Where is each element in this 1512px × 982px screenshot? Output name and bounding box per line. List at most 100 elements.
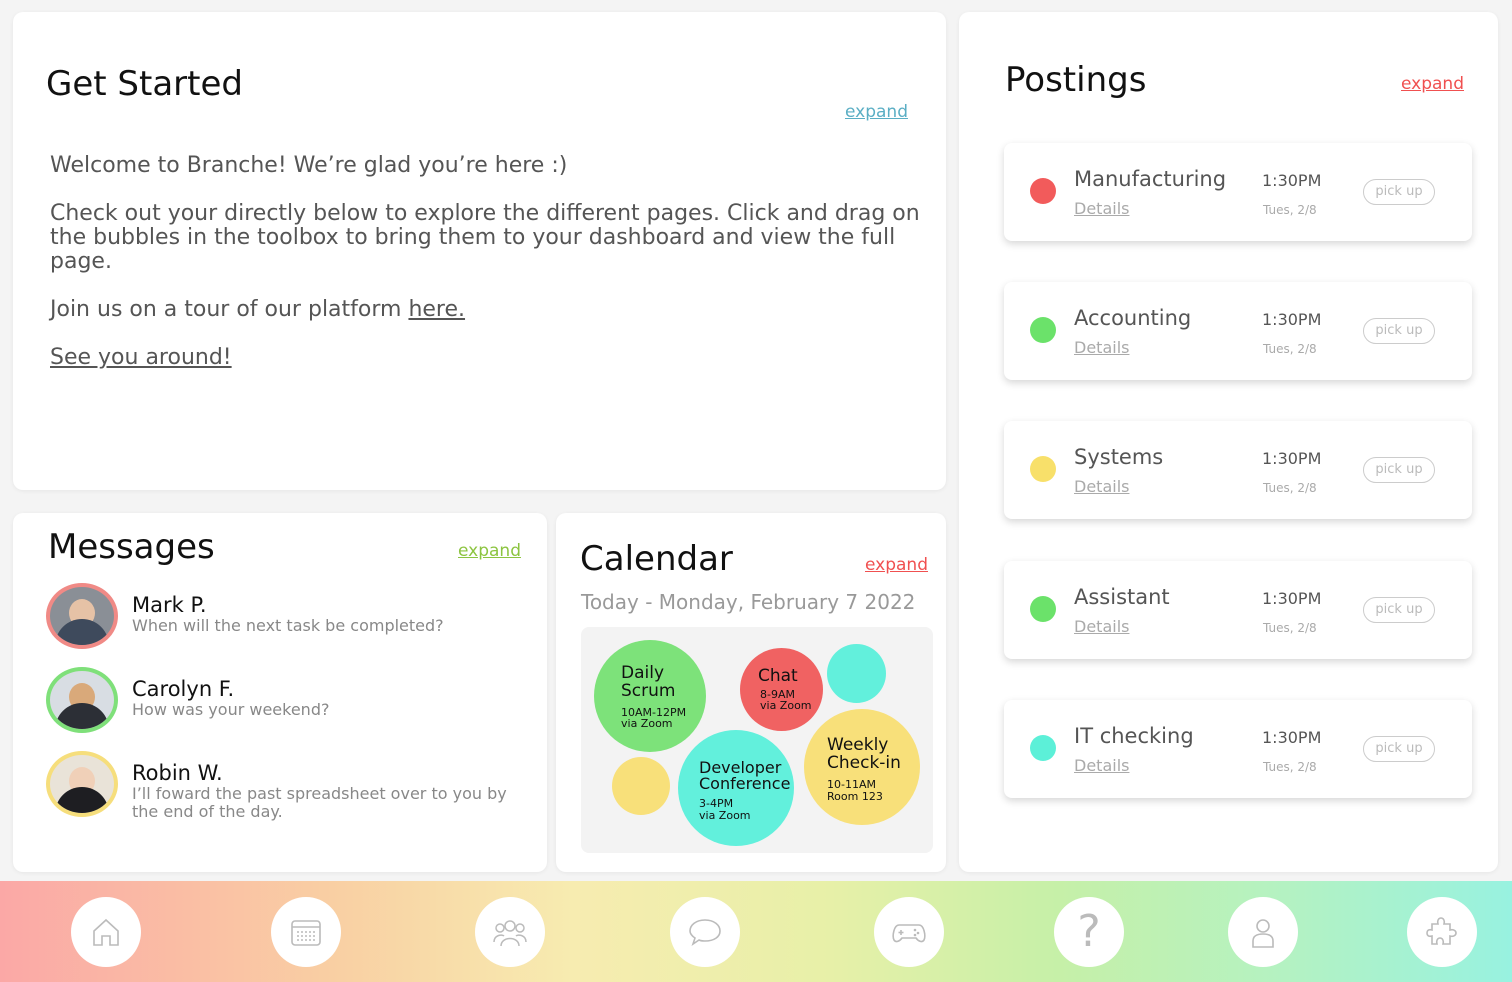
gamepad-icon	[892, 924, 926, 943]
posting-time: 1:30PM	[1262, 171, 1322, 190]
posting-details-link[interactable]: Details	[1074, 199, 1129, 218]
chat-button[interactable]	[670, 897, 740, 967]
team-icon	[493, 920, 527, 947]
calendar-today: Today - Monday, February 7 2022	[581, 590, 916, 614]
avatar	[46, 583, 118, 649]
message-preview: When will the next task be completed?	[132, 616, 444, 635]
posting-status-dot	[1030, 178, 1056, 204]
posting-status-dot	[1030, 317, 1056, 343]
help-icon: ?	[1077, 906, 1101, 957]
posting-name: Accounting	[1074, 306, 1192, 330]
calendar-expand-link[interactable]: expand	[865, 555, 928, 575]
event-title: Chat	[758, 666, 798, 686]
posting-name: Systems	[1074, 445, 1164, 469]
see-you-around-link[interactable]: See you around!	[50, 345, 232, 370]
event-title: Check-in	[827, 753, 901, 773]
postings-card: Postings expand Manufacturing Details 1:…	[959, 12, 1498, 872]
instructions-text: Check out your directly below to explore…	[50, 201, 920, 274]
posting-card: Systems Details 1:30PM Tues, 2/8 pick up	[1004, 421, 1472, 519]
get-started-body: Welcome to Branche! We’re glad you’re he…	[50, 154, 920, 394]
bottom-toolbar: ?	[0, 881, 1512, 982]
games-button[interactable]	[874, 897, 944, 967]
event-title: Weekly	[827, 735, 889, 755]
posting-card: IT checking Details 1:30PM Tues, 2/8 pic…	[1004, 700, 1472, 798]
message-preview: I’ll foward the past spreadsheet over to…	[132, 784, 507, 821]
tour-prefix: Join us on a tour of our platform	[50, 297, 409, 322]
posting-status-dot	[1030, 735, 1056, 761]
message-sender: Robin W.	[132, 761, 223, 785]
event-title: Daily	[621, 663, 665, 683]
profile-icon	[1252, 919, 1274, 948]
message-preview: How was your weekend?	[132, 700, 330, 719]
posting-name: Manufacturing	[1074, 167, 1227, 191]
posting-date: Tues, 2/8	[1263, 481, 1317, 495]
chat-icon	[689, 919, 721, 946]
postings-title: Postings	[1005, 60, 1147, 100]
event-bubble-weekly-check-in[interactable]: Weekly Check-in 10-11AM Room 123	[804, 709, 920, 825]
calendar-bubble-area: Daily Scrum 10AM-12PM via Zoom Chat 8-9A…	[581, 627, 933, 853]
posting-details-link[interactable]: Details	[1074, 756, 1129, 775]
event-bubble-daily-scrum[interactable]: Daily Scrum 10AM-12PM via Zoom	[594, 640, 706, 752]
posting-time: 1:30PM	[1262, 449, 1322, 468]
posting-card: Assistant Details 1:30PM Tues, 2/8 pick …	[1004, 561, 1472, 659]
messages-card: Messages expand Mark P. When will the ne…	[13, 513, 547, 872]
message-sender: Carolyn F.	[132, 677, 235, 701]
posting-status-dot	[1030, 456, 1056, 482]
home-button[interactable]	[71, 897, 141, 967]
message-item[interactable]: Mark P. When will the next task be compl…	[46, 583, 536, 653]
posting-details-link[interactable]: Details	[1074, 477, 1129, 496]
posting-date: Tues, 2/8	[1263, 203, 1317, 217]
event-location: Room 123	[827, 790, 883, 803]
integrations-button[interactable]	[1407, 897, 1477, 967]
get-started-expand-link[interactable]: expand	[845, 102, 908, 122]
get-started-title: Get Started	[46, 64, 243, 104]
pick-up-button[interactable]: pick up	[1363, 179, 1435, 205]
event-bubble-developer-conference[interactable]: Developer Conference 3-4PM via Zoom	[678, 730, 794, 846]
event-location: via Zoom	[621, 717, 673, 730]
home-icon	[93, 918, 119, 946]
posting-date: Tues, 2/8	[1263, 342, 1317, 356]
calendar-icon	[291, 920, 321, 946]
posting-name: Assistant	[1074, 585, 1170, 609]
calendar-title: Calendar	[580, 539, 733, 579]
message-item[interactable]: Robin W. I’ll foward the past spreadshee…	[46, 751, 536, 821]
calendar-button[interactable]	[271, 897, 341, 967]
welcome-text: Welcome to Branche! We’re glad you’re he…	[50, 153, 568, 178]
help-button[interactable]: ?	[1054, 897, 1124, 967]
event-location: via Zoom	[760, 699, 812, 712]
posting-time: 1:30PM	[1262, 310, 1322, 329]
posting-date: Tues, 2/8	[1263, 760, 1317, 774]
avatar	[46, 667, 118, 733]
get-started-card: Get Started expand Welcome to Branche! W…	[13, 12, 946, 490]
calendar-card: Calendar expand Today - Monday, February…	[556, 513, 946, 872]
pick-up-button[interactable]: pick up	[1363, 457, 1435, 483]
event-bubble-chat[interactable]: Chat 8-9AM via Zoom	[740, 648, 823, 731]
messages-expand-link[interactable]: expand	[458, 541, 521, 561]
pick-up-button[interactable]: pick up	[1363, 736, 1435, 762]
pick-up-button[interactable]: pick up	[1363, 597, 1435, 623]
event-title: Conference	[699, 774, 791, 793]
message-item[interactable]: Carolyn F. How was your weekend?	[46, 667, 536, 737]
posting-details-link[interactable]: Details	[1074, 617, 1129, 636]
puzzle-icon	[1426, 917, 1457, 945]
posting-date: Tues, 2/8	[1263, 621, 1317, 635]
posting-name: IT checking	[1074, 724, 1194, 748]
posting-status-dot	[1030, 596, 1056, 622]
event-bubble[interactable]	[827, 644, 886, 703]
event-bubble[interactable]	[612, 757, 670, 815]
avatar	[46, 751, 118, 817]
posting-details-link[interactable]: Details	[1074, 338, 1129, 357]
pick-up-button[interactable]: pick up	[1363, 318, 1435, 344]
profile-button[interactable]	[1228, 897, 1298, 967]
message-sender: Mark P.	[132, 593, 207, 617]
messages-title: Messages	[48, 527, 215, 567]
posting-card: Accounting Details 1:30PM Tues, 2/8 pick…	[1004, 282, 1472, 380]
event-title: Scrum	[621, 681, 676, 701]
event-location: via Zoom	[699, 809, 751, 822]
postings-expand-link[interactable]: expand	[1401, 74, 1464, 94]
tour-link[interactable]: here.	[408, 297, 465, 322]
tour-text: Join us on a tour of our platform here.	[50, 298, 920, 322]
team-button[interactable]	[475, 897, 545, 967]
posting-time: 1:30PM	[1262, 589, 1322, 608]
posting-time: 1:30PM	[1262, 728, 1322, 747]
